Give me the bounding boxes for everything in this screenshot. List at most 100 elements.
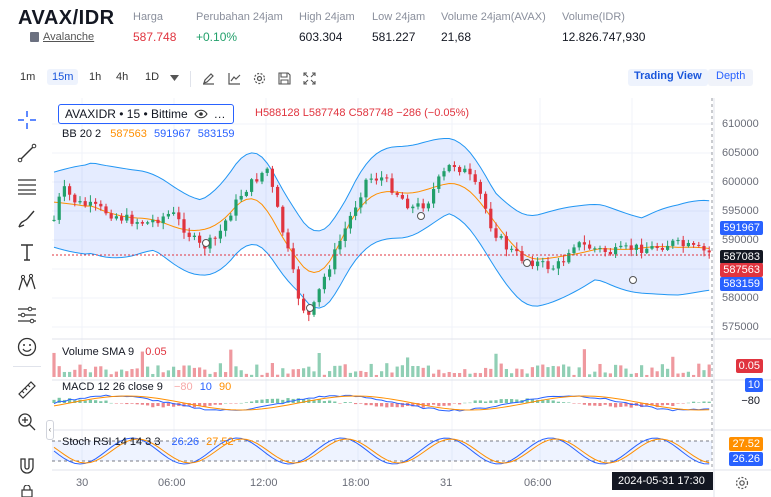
interval-15m[interactable]: 15m bbox=[47, 69, 79, 85]
candle-body bbox=[421, 203, 425, 209]
rsi-legend[interactable]: Stoch RSI 14 14 3 3 26.26 27.52 bbox=[62, 436, 234, 448]
lock-icon[interactable] bbox=[16, 485, 38, 497]
divider bbox=[13, 366, 41, 367]
fullscreen-icon[interactable] bbox=[303, 72, 316, 85]
volume-bar bbox=[551, 365, 555, 377]
macd-hist-bar bbox=[489, 400, 493, 403]
macd-hist-bar bbox=[619, 403, 623, 407]
candle-body bbox=[161, 216, 165, 224]
bb-mid-tag: 587563 bbox=[720, 263, 763, 277]
stat-value: +0.10% bbox=[196, 30, 238, 44]
save-icon[interactable] bbox=[278, 72, 291, 85]
chevron-down-icon[interactable] bbox=[170, 75, 179, 81]
volume-bar bbox=[99, 366, 103, 377]
volume-bar bbox=[588, 374, 592, 377]
volume-bar bbox=[177, 370, 181, 377]
candle-body bbox=[577, 242, 581, 248]
stat-high: High 24jam 603.304 bbox=[299, 11, 355, 44]
candle-body bbox=[234, 199, 238, 216]
interval-4h[interactable]: 4h bbox=[116, 71, 128, 83]
symbol-name: AVAXIDR • 15 • Bittime bbox=[65, 107, 188, 121]
volume-bar bbox=[536, 365, 540, 377]
more-icon[interactable]: … bbox=[214, 107, 227, 121]
macd-hist-bar bbox=[244, 402, 248, 403]
pencil-icon[interactable] bbox=[202, 72, 215, 85]
volume-bar bbox=[406, 357, 410, 377]
macd-hist-bar bbox=[166, 403, 170, 406]
volume-bar bbox=[286, 373, 290, 377]
volume-bar bbox=[234, 366, 238, 377]
volume-bar bbox=[452, 373, 456, 377]
emoji-icon[interactable] bbox=[16, 336, 38, 358]
candle-body bbox=[151, 219, 155, 223]
candle-body bbox=[666, 245, 670, 250]
volume-bar bbox=[515, 368, 519, 377]
macd-hist-tag: −80 bbox=[738, 394, 763, 408]
volume-bar bbox=[556, 366, 560, 377]
candle-body bbox=[317, 289, 321, 303]
asset-link[interactable]: Avalanche bbox=[30, 31, 94, 43]
zoom-in-icon[interactable] bbox=[16, 411, 38, 433]
volume-bar bbox=[504, 368, 508, 377]
candle-body bbox=[244, 191, 248, 196]
price-chart[interactable]: AVAXIDR • 15 • Bittime … H588128 L587748… bbox=[52, 98, 771, 497]
volume-bar bbox=[426, 365, 430, 377]
macd-hist-bar bbox=[468, 402, 472, 404]
macd-hist-bar bbox=[99, 401, 103, 403]
price-axis-label: 575000 bbox=[722, 321, 759, 333]
volume-bar bbox=[198, 367, 202, 377]
volume-bar bbox=[354, 371, 358, 377]
signal-marker bbox=[417, 212, 425, 220]
gear-icon[interactable] bbox=[735, 476, 749, 490]
interval-1h[interactable]: 1h bbox=[89, 71, 101, 83]
volume-bar bbox=[660, 364, 664, 377]
volume-bar bbox=[541, 364, 545, 377]
candle-body bbox=[593, 248, 597, 250]
collapse-toolbar-button[interactable]: ‹ bbox=[46, 420, 54, 440]
volume-bar bbox=[468, 373, 472, 377]
magnet-icon[interactable] bbox=[16, 455, 38, 477]
volume-bar bbox=[62, 371, 66, 377]
candle-body bbox=[187, 232, 191, 237]
macd-hist-bar bbox=[208, 403, 212, 406]
trend-line-icon[interactable] bbox=[16, 142, 38, 164]
text-tool-icon[interactable] bbox=[16, 241, 38, 263]
crosshair-icon[interactable] bbox=[16, 109, 38, 131]
volume-bar bbox=[614, 364, 618, 377]
candle-body bbox=[229, 215, 233, 221]
eye-icon[interactable] bbox=[194, 109, 208, 119]
macd-hist-bar bbox=[676, 403, 680, 404]
candle-body bbox=[619, 245, 623, 248]
candle-body bbox=[603, 248, 607, 252]
gear-icon[interactable] bbox=[253, 72, 266, 85]
trading-view-button[interactable]: Trading View bbox=[628, 69, 708, 86]
price-axis-label: 580000 bbox=[722, 292, 759, 304]
candle-body bbox=[473, 174, 477, 182]
candle-body bbox=[572, 247, 576, 254]
candle-body bbox=[146, 222, 150, 224]
candle-body bbox=[239, 195, 243, 200]
pattern-icon[interactable] bbox=[16, 272, 38, 294]
line-chart-icon[interactable] bbox=[228, 72, 241, 85]
macd-hist-bar bbox=[229, 403, 233, 404]
macd-hist-bar bbox=[343, 402, 347, 403]
measure-lines-icon[interactable] bbox=[16, 304, 38, 326]
candle-body bbox=[676, 240, 680, 242]
macd-hist-bar bbox=[146, 403, 150, 406]
depth-button[interactable]: Depth bbox=[708, 69, 754, 86]
macd-legend[interactable]: MACD 12 26 close 9 −80 10 90 bbox=[62, 381, 231, 393]
interval-1d[interactable]: 1D bbox=[145, 71, 159, 83]
time-axis-label: 30 bbox=[76, 477, 89, 489]
ruler-icon[interactable] bbox=[16, 379, 38, 401]
volume-legend[interactable]: Volume SMA 9 0.05 bbox=[62, 346, 167, 358]
candle-body bbox=[686, 242, 690, 247]
symbol-legend[interactable]: AVAXIDR • 15 • Bittime … bbox=[58, 104, 234, 124]
volume-bar bbox=[302, 368, 306, 377]
macd-line-value: 10 bbox=[199, 381, 212, 393]
candle-body bbox=[62, 186, 66, 197]
brush-icon[interactable] bbox=[16, 208, 38, 230]
bb-legend[interactable]: BB 20 2 587563 591967 583159 bbox=[62, 128, 234, 140]
candle-body bbox=[478, 181, 482, 194]
interval-1m[interactable]: 1m bbox=[20, 71, 35, 83]
horizontal-lines-icon[interactable] bbox=[16, 175, 38, 197]
